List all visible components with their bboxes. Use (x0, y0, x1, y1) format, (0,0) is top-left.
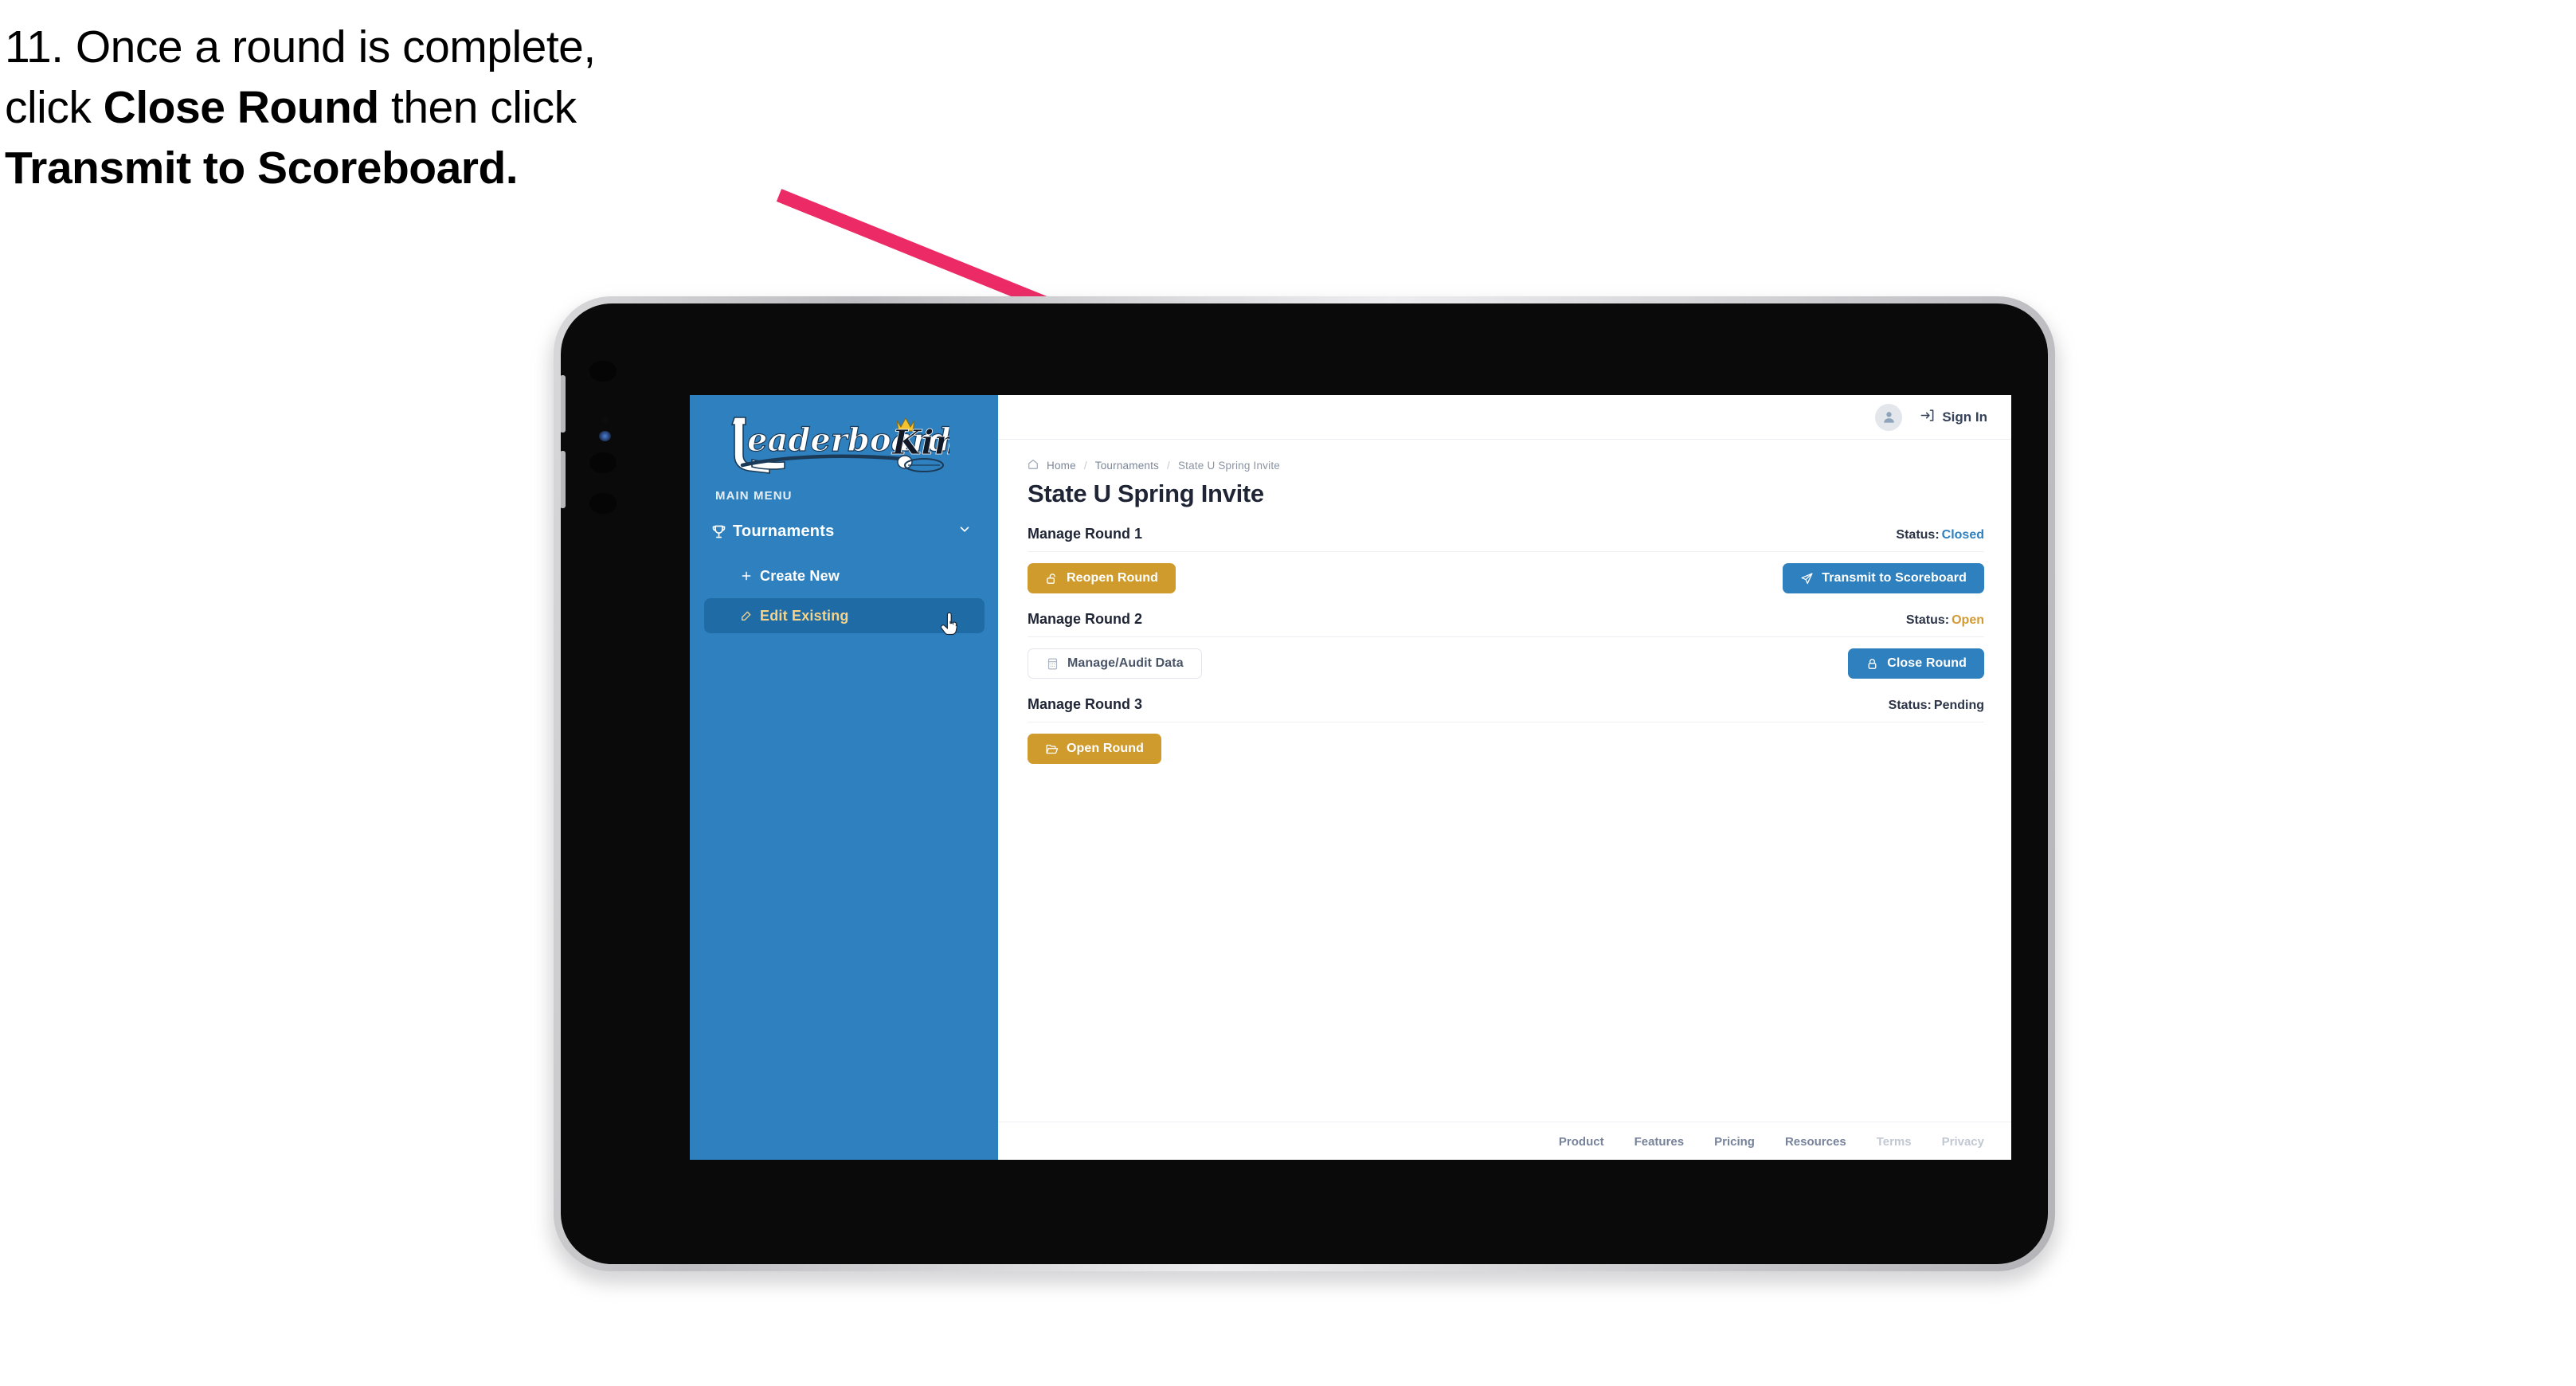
footer-link-resources[interactable]: Resources (1785, 1135, 1846, 1149)
close-round-button[interactable]: Close Round (1848, 648, 1984, 679)
volume-up-button[interactable] (561, 375, 566, 433)
caption-line-2-post: then click (378, 81, 577, 133)
caption-line-3: Transmit to Scoreboard. (5, 142, 519, 194)
unlock-icon (1045, 572, 1059, 585)
logo-artwork: eaderboard King (730, 417, 949, 474)
tablet-device-frame: eaderboard King MAIN MENU (554, 296, 2055, 1271)
footer-link-product[interactable]: Product (1559, 1135, 1604, 1149)
round-1-header: Manage Round 1 Status: Closed (1028, 526, 1984, 552)
round-2-actions: Manage/Audit Data Close Round (1028, 648, 1984, 679)
round-2-status: Status: Open (1906, 613, 1984, 628)
spreadsheet-icon (1046, 657, 1059, 671)
caption-close-round-bold: Close Round (103, 81, 380, 133)
page-content: Home / Tournaments / State U Spring Invi… (998, 440, 2011, 943)
front-camera-icon (589, 361, 617, 382)
round-2-status-value: Open (1952, 613, 1984, 627)
round-1-actions: Reopen Round Transmit to Scoreboard (1028, 563, 1984, 593)
chevron-down-icon[interactable] (957, 523, 972, 541)
sign-in-arrow-icon (1920, 408, 1935, 427)
sign-in-label: Sign In (1942, 409, 1987, 425)
sidebar-item-create-new[interactable]: Create New (704, 558, 985, 593)
sidebar-section-label: MAIN MENU (715, 489, 793, 503)
close-round-label: Close Round (1887, 656, 1967, 670)
caption-line-2: click Close Round then click (5, 78, 849, 139)
round-1-status-label: Status: (1896, 528, 1940, 542)
footer-link-pricing[interactable]: Pricing (1714, 1135, 1755, 1149)
main-content: Sign In Home / Tournaments / State U Spr… (998, 395, 2011, 1160)
sidebar-item-tournaments-label: Tournaments (733, 522, 835, 540)
round-3-status: Status: Pending (1889, 699, 1984, 713)
round-1-status-value: Closed (1941, 528, 1984, 542)
breadcrumb-item-tournaments[interactable]: Tournaments (1095, 460, 1159, 472)
sensor-dot-icon (589, 452, 617, 473)
open-round-button[interactable]: Open Round (1028, 734, 1161, 764)
caption-line-2-pre: click (5, 81, 104, 133)
round-2-header: Manage Round 2 Status: Open (1028, 611, 1984, 637)
top-bar: Sign In (998, 395, 2011, 440)
pencil-square-icon (733, 609, 760, 622)
footer-link-terms[interactable]: Terms (1877, 1135, 1912, 1149)
round-block-2: Manage Round 2 Status: Open Manage/Audit… (1028, 611, 1984, 679)
round-3-status-label: Status: (1888, 699, 1932, 712)
footer: Product Features Pricing Resources Terms… (998, 1122, 2011, 1160)
caption-line-1: 11. Once a round is complete, (5, 22, 596, 72)
trophy-icon (704, 523, 733, 540)
breadcrumb-item-home[interactable]: Home (1047, 460, 1076, 472)
footer-link-features[interactable]: Features (1634, 1135, 1685, 1149)
transmit-to-scoreboard-label: Transmit to Scoreboard (1822, 571, 1967, 585)
sidebar-item-create-new-label: Create New (760, 567, 840, 584)
round-3-title: Manage Round 3 (1028, 696, 1143, 712)
reopen-round-label: Reopen Round (1067, 571, 1158, 585)
page-title: State U Spring Invite (1028, 480, 1264, 507)
microphone-icon (602, 417, 608, 423)
round-block-3: Manage Round 3 Status: Pending Open Roun… (1028, 696, 1984, 764)
round-3-actions: Open Round (1028, 734, 1984, 764)
round-3-header: Manage Round 3 Status: Pending (1028, 696, 1984, 722)
footer-link-privacy[interactable]: Privacy (1942, 1135, 1984, 1149)
open-folder-icon (1045, 742, 1059, 756)
plus-icon (733, 570, 760, 582)
transmit-to-scoreboard-button[interactable]: Transmit to Scoreboard (1783, 563, 1984, 593)
svg-text:King: King (891, 423, 949, 462)
sidebar-item-edit-existing-label: Edit Existing (760, 607, 849, 624)
round-2-status-label: Status: (1905, 613, 1950, 627)
reopen-round-button[interactable]: Reopen Round (1028, 563, 1176, 593)
breadcrumb: Home / Tournaments / State U Spring Invi… (1028, 459, 1984, 472)
round-block-1: Manage Round 1 Status: Closed Reopen Rou… (1028, 526, 1984, 593)
sidebar: eaderboard King MAIN MENU (690, 395, 998, 1160)
breadcrumb-separator-1: / (1083, 460, 1087, 472)
instruction-caption: 11. Once a round is complete, click Clos… (5, 18, 849, 198)
open-round-label: Open Round (1067, 742, 1144, 755)
screenshot-root: 11. Once a round is complete, click Clos… (0, 0, 2576, 1386)
sign-in-button[interactable]: Sign In (1920, 408, 1987, 427)
status-led-icon (599, 431, 611, 441)
sensor-dot-2-icon (589, 493, 617, 514)
round-1-title: Manage Round 1 (1028, 526, 1143, 542)
app-screen: eaderboard King MAIN MENU (690, 395, 2011, 1160)
user-avatar-icon[interactable] (1875, 403, 1903, 431)
manage-audit-data-button[interactable]: Manage/Audit Data (1028, 648, 1202, 679)
round-2-title: Manage Round 2 (1028, 611, 1143, 627)
sidebar-item-tournaments[interactable]: Tournaments (704, 515, 985, 548)
lock-icon (1865, 657, 1879, 671)
paper-plane-icon (1800, 572, 1814, 585)
round-1-status: Status: Closed (1896, 528, 1984, 542)
leaderboard-king-logo[interactable]: eaderboard King (711, 413, 949, 475)
manage-audit-data-label: Manage/Audit Data (1067, 656, 1184, 670)
round-3-status-value: Pending (1933, 699, 1984, 712)
breadcrumb-separator-2: / (1167, 460, 1170, 472)
pointing-hand-cursor (940, 612, 957, 636)
breadcrumb-item-current: State U Spring Invite (1177, 460, 1280, 472)
volume-down-button[interactable] (561, 451, 566, 508)
home-icon (1028, 459, 1039, 472)
tablet-bezel: eaderboard King MAIN MENU (561, 303, 2048, 1264)
